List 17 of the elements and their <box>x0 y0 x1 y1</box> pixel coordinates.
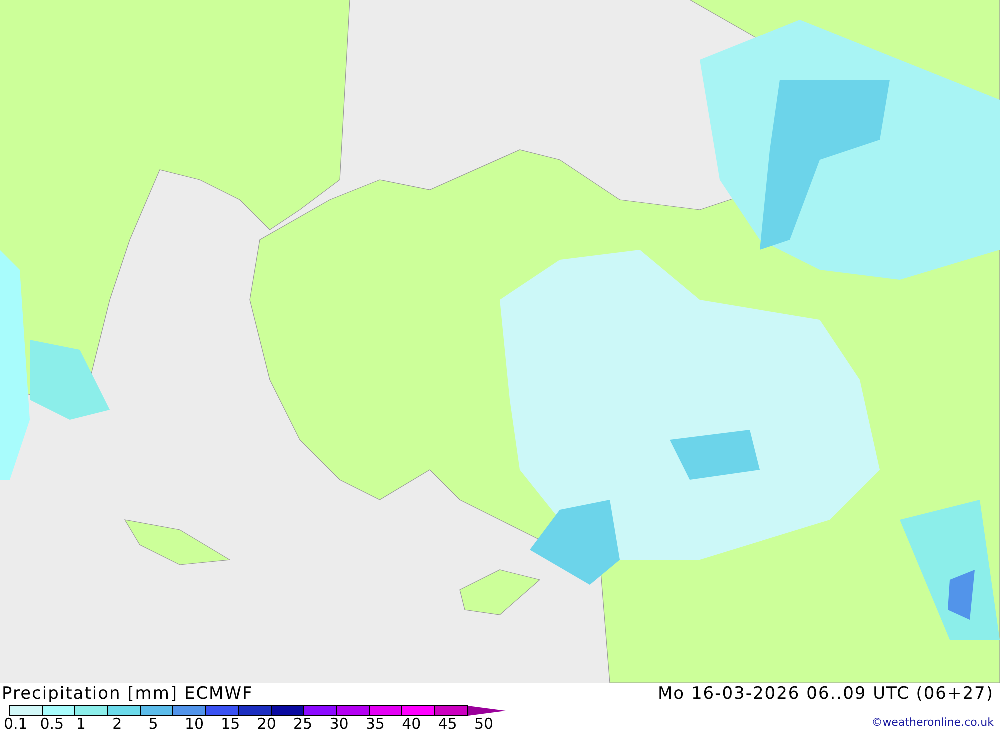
legend-tick-label: 2 <box>112 716 124 732</box>
legend-tick-label: 0.1 <box>4 716 29 732</box>
legend-tick-label: 30 <box>330 716 350 732</box>
legend-tick-label: 5 <box>148 716 160 732</box>
legend-tick-label: 45 <box>438 716 458 732</box>
credit-text: ©weatheronline.co.uk <box>872 715 994 731</box>
legend-tick-label: 0.5 <box>40 716 66 732</box>
legend-tick-label: 40 <box>402 716 422 732</box>
valid-time-label: Mo 16-03-2026 06..09 UTC (06+27) <box>658 683 994 705</box>
legend-tick-label: 20 <box>257 716 278 732</box>
legend-tick-label: 35 <box>366 716 386 732</box>
legend-tick-label: 15 <box>221 716 242 732</box>
legend-tick-label: 10 <box>184 716 206 732</box>
legend-tick-label: 25 <box>294 716 314 732</box>
legend-tick-label: 1 <box>76 716 87 732</box>
legend-title: Precipitation [mm] ECMWF <box>2 683 254 705</box>
legend-tick-label: 50 <box>474 716 495 732</box>
